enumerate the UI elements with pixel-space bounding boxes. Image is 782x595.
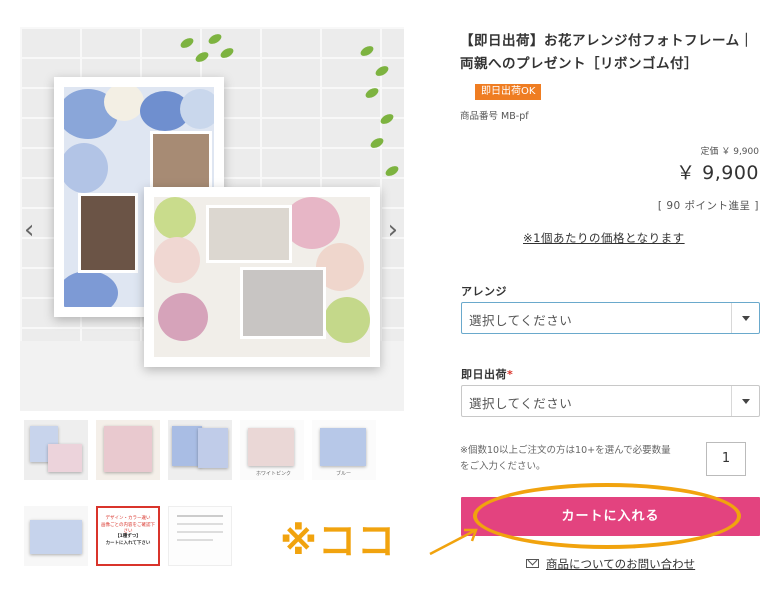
- carousel-prev-icon[interactable]: ‹: [24, 217, 34, 243]
- carousel-next-icon[interactable]: ›: [388, 217, 398, 243]
- mail-icon: [526, 559, 539, 568]
- thumbnail-6[interactable]: [24, 506, 88, 566]
- thumbnail-5[interactable]: ブルー: [312, 420, 376, 480]
- same-day-select[interactable]: 選択してください: [461, 385, 760, 417]
- green-hydrangea-flower: [324, 297, 370, 343]
- thumbnail-1[interactable]: [24, 420, 88, 480]
- hydrangea-flower: [64, 143, 108, 193]
- product-title: 【即日出荷】お花アレンジ付フォトフレーム｜ 両親へのプレゼント［リボンゴム付］: [460, 33, 754, 72]
- product-inquiry-link[interactable]: 商品についてのお問い合わせ: [526, 556, 695, 572]
- same-day-badge: 即日出荷OK: [475, 84, 542, 100]
- hydrangea-flower: [64, 271, 118, 307]
- wedding-photo: [240, 267, 326, 339]
- thumbnail-2[interactable]: [96, 420, 160, 480]
- sale-price: ￥ 9,900: [676, 162, 759, 184]
- thumbnail-caption: ホワイトピンク: [256, 471, 292, 477]
- wedding-photo: [206, 205, 292, 263]
- green-hydrangea-flower: [154, 197, 196, 239]
- product-main-image[interactable]: ‹ ›: [20, 27, 404, 411]
- pink-rose-flower: [154, 237, 200, 283]
- white-rose-flower: [104, 87, 144, 121]
- couple-photo: [78, 193, 138, 273]
- same-day-label: 即日出荷*: [461, 368, 514, 381]
- thumbnail-notice[interactable]: デザイン・カラー違い 画像ごとの内容をご確認下さい 【1種ずつ】 カートに入れて…: [96, 506, 160, 566]
- callout-arrow-icon: [429, 528, 478, 556]
- list-price: 定価 ￥ 9,900: [700, 147, 759, 157]
- arrange-label: アレンジ: [461, 285, 507, 298]
- sku: 商品番号 MB-pf: [460, 111, 529, 122]
- quantity-input[interactable]: 1: [706, 442, 746, 476]
- quantity-note: ※個数10以上ご注文の方は10+を選んで必要数量 をご入力ください。: [460, 445, 671, 472]
- pink-rose-flower: [158, 293, 208, 341]
- chevron-down-icon: [731, 303, 759, 333]
- hydrangea-flower: [180, 89, 214, 129]
- per-unit-price-link[interactable]: ※1個あたりの価格となります: [523, 230, 685, 246]
- points-note: [ 90 ポイント進呈 ]: [657, 200, 759, 212]
- front-photo-frame: [144, 187, 380, 367]
- add-to-cart-button[interactable]: カートに入れる: [461, 497, 760, 536]
- thumbnail-8[interactable]: [168, 506, 232, 566]
- couple-photo: [150, 131, 212, 193]
- pink-rose-flower: [284, 197, 340, 249]
- required-mark: *: [507, 368, 514, 381]
- thumbnail-3[interactable]: [168, 420, 232, 480]
- thumbnail-caption: ブルー: [336, 471, 352, 477]
- callout-text: ※ココ: [280, 519, 396, 563]
- thumbnail-4[interactable]: ホワイトピンク: [240, 420, 304, 480]
- chevron-down-icon: [731, 386, 759, 416]
- arrange-select[interactable]: 選択してください: [461, 302, 760, 334]
